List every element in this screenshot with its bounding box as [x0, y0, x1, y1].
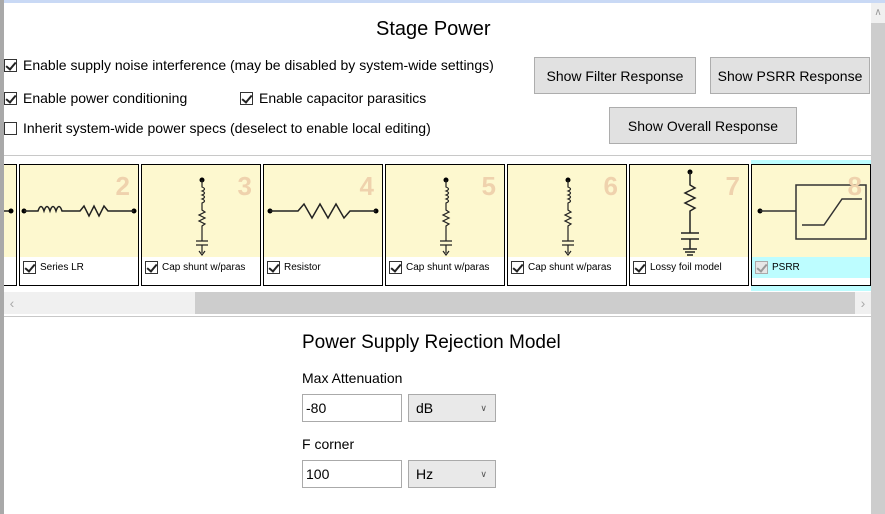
unit-value: Hz — [416, 466, 434, 482]
enable-parasitics-checkbox[interactable]: Enable capacitor parasitics — [240, 90, 426, 106]
stage-card-4[interactable]: 4 Resistor — [263, 164, 383, 286]
stage-number: 8 — [847, 171, 862, 201]
stage-card-8[interactable]: 8 PSRR — [751, 164, 871, 286]
stage-image: 6 — [508, 165, 626, 257]
stage-label: Cap shunt w/paras — [162, 262, 246, 273]
window-top-border — [0, 0, 885, 3]
stage-label-row: Resistor — [264, 257, 382, 278]
stage-enable-checkbox[interactable] — [145, 261, 158, 274]
psrr-heading: Power Supply Rejection Model — [302, 332, 561, 353]
stage-card-3[interactable]: 3 Cap shunt w/paras — [141, 164, 261, 286]
checkbox-label: Inherit system-wide power specs (deselec… — [23, 120, 431, 136]
scroll-right-arrow-icon[interactable]: › — [855, 292, 871, 314]
checkbox-icon[interactable] — [4, 91, 17, 105]
stage-card-7[interactable]: 7 Lossy foil model — [629, 164, 749, 286]
stage-label: Lossy foil model — [650, 262, 722, 273]
stage-image: 3 — [142, 165, 260, 257]
inherit-specs-checkbox[interactable]: Inherit system-wide power specs (deselec… — [4, 120, 431, 136]
stage-image: 2 — [20, 165, 138, 257]
vertical-scrollbar[interactable]: ∧ — [871, 3, 885, 514]
f-corner-unit-select[interactable]: Hz ∨ — [408, 460, 496, 488]
stage-number: 4 — [359, 171, 374, 201]
stage-label: PSRR — [772, 262, 800, 273]
checkbox-icon[interactable] — [240, 91, 253, 105]
f-corner-label: F corner — [302, 436, 355, 452]
stage-label: Cap shunt w/paras — [528, 262, 612, 273]
show-psrr-response-button[interactable]: Show PSRR Response — [710, 57, 870, 94]
stage-label-row: Lossy foil model — [630, 257, 748, 278]
chevron-down-icon: ∨ — [480, 403, 487, 413]
stage-number: 5 — [481, 171, 496, 201]
stage-label-row: Series LR — [20, 257, 138, 278]
horizontal-scroll-thumb[interactable] — [195, 292, 855, 314]
divider — [4, 155, 871, 156]
stage-label: Series LR — [40, 262, 84, 273]
page-title: Stage Power — [376, 18, 491, 40]
stage-label-row: Cap shunt w/paras — [142, 257, 260, 278]
checkbox-icon[interactable] — [4, 121, 17, 135]
stage-number: 7 — [725, 171, 740, 201]
stage-number: 2 — [115, 171, 130, 201]
stage-enable-checkbox[interactable] — [755, 261, 768, 274]
checkbox-label: Enable capacitor parasitics — [259, 90, 427, 106]
divider — [4, 316, 871, 317]
stage-image: 4 — [264, 165, 382, 257]
chevron-down-icon: ∨ — [480, 469, 487, 479]
stage-image: 5 — [386, 165, 504, 257]
stage-enable-checkbox[interactable] — [267, 261, 280, 274]
stage-number: 6 — [603, 171, 618, 201]
stage-card-2[interactable]: 2 Series LR — [19, 164, 139, 286]
stage-number: 3 — [237, 171, 252, 201]
max-attenuation-unit-select[interactable]: dB ∨ — [408, 394, 496, 422]
show-overall-response-button[interactable]: Show Overall Response — [609, 107, 797, 144]
checkbox-label: Enable power conditioning — [23, 90, 188, 106]
stage-image: 7 — [630, 165, 748, 257]
unit-value: dB — [416, 400, 434, 416]
stage-card-1[interactable] — [4, 164, 17, 286]
stage-card-5[interactable]: 5 Cap shunt w/paras — [385, 164, 505, 286]
stage-image — [4, 165, 16, 257]
stage-label-row: PSRR — [752, 257, 870, 278]
stage-label-row: Cap shunt w/paras — [386, 257, 504, 278]
checkbox-label: Enable supply noise interference (may be… — [23, 57, 494, 73]
stage-enable-checkbox[interactable] — [23, 261, 36, 274]
stage-enable-checkbox[interactable] — [389, 261, 402, 274]
scroll-left-arrow-icon[interactable]: ‹ — [4, 292, 20, 314]
f-corner-input[interactable]: 100 — [302, 460, 402, 488]
enable-conditioning-checkbox[interactable]: Enable power conditioning — [4, 90, 187, 106]
checkbox-icon[interactable] — [4, 58, 17, 72]
max-attenuation-input[interactable]: -80 — [302, 394, 402, 422]
horizontal-scrollbar[interactable]: ‹ › — [4, 292, 871, 314]
wire-end-icon — [4, 208, 14, 214]
stage-label-row: Cap shunt w/paras — [508, 257, 626, 278]
enable-noise-checkbox[interactable]: Enable supply noise interference (may be… — [4, 57, 494, 73]
stage-enable-checkbox[interactable] — [633, 261, 646, 274]
stage-label: Cap shunt w/paras — [406, 262, 490, 273]
stage-image: 8 — [752, 165, 870, 257]
stage-card-6[interactable]: 6 Cap shunt w/paras — [507, 164, 627, 286]
scroll-up-arrow-icon[interactable]: ∧ — [871, 3, 885, 23]
max-attenuation-label: Max Attenuation — [302, 370, 403, 386]
show-filter-response-button[interactable]: Show Filter Response — [534, 57, 696, 94]
stage-label: Resistor — [284, 262, 321, 273]
stage-enable-checkbox[interactable] — [511, 261, 524, 274]
